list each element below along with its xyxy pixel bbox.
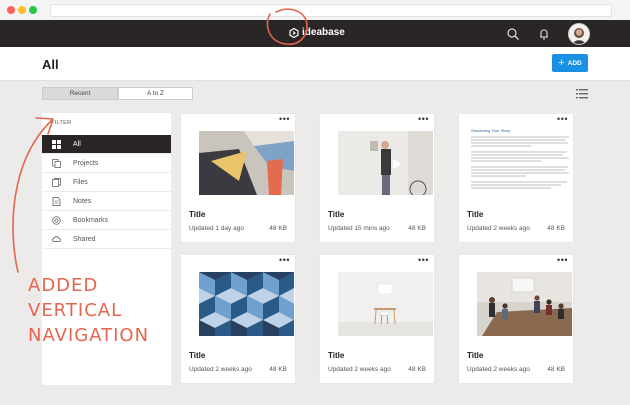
file-card[interactable]: ••• Title Updated 15 mins ago 48 KB: [320, 114, 434, 242]
address-bar[interactable]: [50, 4, 612, 17]
sidebar-item-label: Notes: [73, 197, 92, 205]
file-card[interactable]: ••• Title Updated 1 day ago 48 KB: [181, 114, 295, 242]
document-thumbnail: Structuring Your Story: [471, 126, 571, 201]
meeting-thumbnail: [477, 272, 572, 336]
more-options-icon[interactable]: •••: [279, 256, 290, 265]
annotation-arrow: [12, 117, 54, 273]
file-card[interactable]: ••• Title Updated 2 weeks ago 48 KB: [181, 255, 295, 383]
add-button[interactable]: + ADD: [552, 54, 588, 72]
plus-icon: +: [558, 56, 565, 69]
annotation-line-1: ADDED: [28, 275, 99, 296]
document-text-lines: [471, 136, 569, 189]
browser-chrome: [0, 0, 630, 20]
card-updated: Updated 2 weeks ago: [467, 366, 530, 373]
avatar-photo: [569, 24, 589, 44]
search-icon[interactable]: [506, 27, 520, 41]
card-title: Title: [328, 351, 345, 360]
list-view-icon[interactable]: [576, 88, 588, 100]
abstract-art-thumbnail: [199, 131, 294, 195]
more-options-icon[interactable]: •••: [557, 115, 568, 124]
sidebar-item-all[interactable]: All: [42, 135, 171, 154]
more-options-icon[interactable]: •••: [418, 256, 429, 265]
sidebar-item-label: Bookmarks: [73, 216, 109, 224]
logo-highlight-circle: [266, 8, 308, 45]
file-card[interactable]: ••• Structuring Your Story Title Updated…: [459, 114, 573, 242]
card-title: Title: [467, 210, 484, 219]
sidebar-item-label: Shared: [73, 235, 96, 243]
page-title: All: [42, 57, 59, 72]
bell-icon[interactable]: [537, 27, 551, 41]
card-updated: Updated 2 weeks ago: [189, 366, 252, 373]
card-size: 48 KB: [408, 366, 426, 373]
sidebar-item-bookmarks[interactable]: Bookmarks: [42, 211, 171, 230]
file-card[interactable]: ••• Title Updated 2 weeks ago 48 KB: [320, 255, 434, 383]
card-size: 48 KB: [269, 366, 287, 373]
more-options-icon[interactable]: •••: [279, 115, 290, 124]
sidebar-item-label: Files: [73, 178, 88, 186]
file-card[interactable]: ••• Title Updated 2 weeks ago 48 KB: [459, 255, 573, 383]
minimize-window-dot[interactable]: [18, 6, 26, 14]
card-updated: Updated 2 weeks ago: [467, 225, 530, 232]
maximize-window-dot[interactable]: [29, 6, 37, 14]
card-updated: Updated 2 weeks ago: [328, 366, 391, 373]
sidebar-item-label: Projects: [73, 159, 99, 167]
tab-recent[interactable]: Recent: [42, 87, 118, 100]
sidebar-item-notes[interactable]: Notes: [42, 192, 171, 211]
card-title: Title: [328, 210, 345, 219]
more-options-icon[interactable]: •••: [418, 115, 429, 124]
card-updated: Updated 15 mins ago: [328, 225, 390, 232]
sidebar-item-label: All: [73, 140, 81, 148]
desk-thumbnail: [338, 272, 433, 336]
sidebar-item-files[interactable]: Files: [42, 173, 171, 192]
blue-cubes-thumbnail: [199, 272, 294, 336]
tab-a-to-z[interactable]: A to Z: [118, 87, 193, 100]
card-updated: Updated 1 day ago: [189, 225, 244, 232]
more-options-icon[interactable]: •••: [557, 256, 568, 265]
sidebar-item-projects[interactable]: Projects: [42, 154, 171, 173]
video-thumbnail: [338, 131, 433, 195]
user-avatar[interactable]: [568, 23, 590, 45]
page-header: [0, 47, 630, 81]
card-size: 48 KB: [547, 225, 565, 232]
card-title: Title: [189, 210, 206, 219]
card-size: 48 KB: [269, 225, 287, 232]
card-size: 48 KB: [408, 225, 426, 232]
card-title: Title: [467, 351, 484, 360]
card-size: 48 KB: [547, 366, 565, 373]
add-button-label: ADD: [567, 59, 582, 67]
annotation-line-2: VERTICAL: [28, 300, 123, 321]
annotation-line-3: NAVIGATION: [28, 325, 150, 346]
sidebar-item-shared[interactable]: Shared: [42, 230, 171, 249]
card-title: Title: [189, 351, 206, 360]
close-window-dot[interactable]: [7, 6, 15, 14]
